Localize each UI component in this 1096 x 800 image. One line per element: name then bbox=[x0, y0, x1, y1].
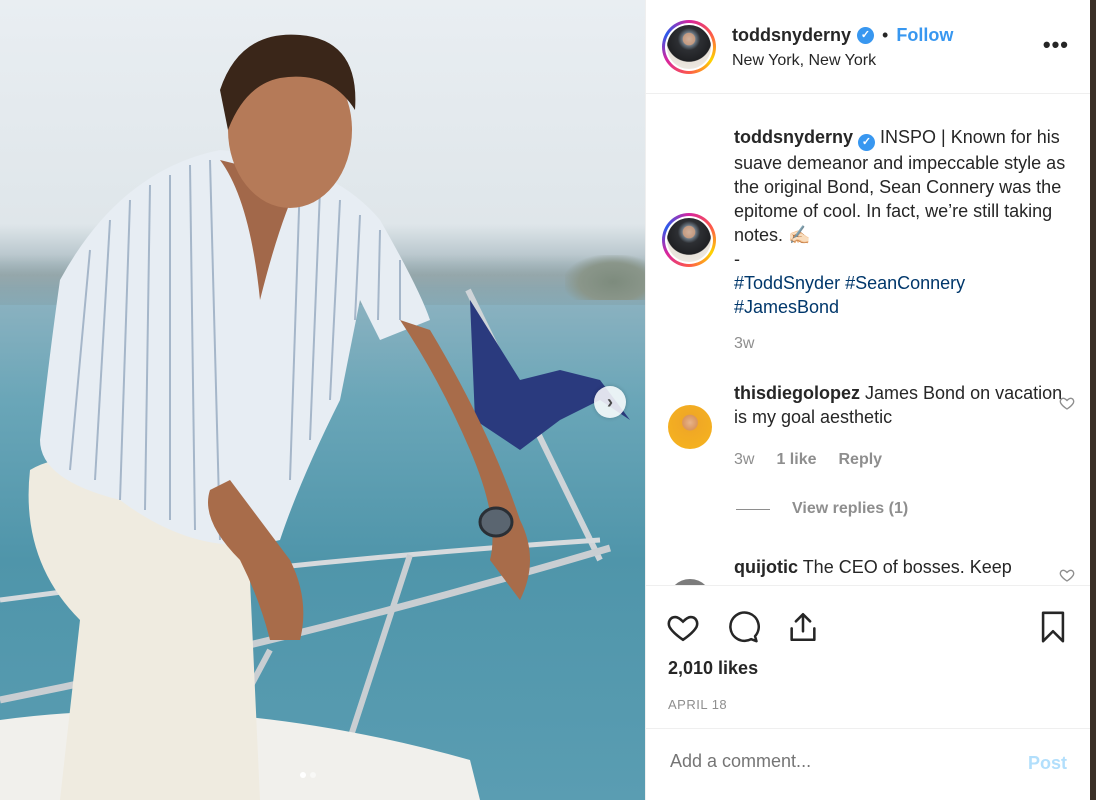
comment-likes[interactable]: 1 like bbox=[776, 451, 816, 469]
comment-like-heart-icon[interactable] bbox=[1059, 567, 1075, 583]
heart-icon[interactable] bbox=[666, 610, 700, 644]
comment-icon[interactable] bbox=[726, 610, 760, 644]
hashtag-link[interactable]: #SeanConnery bbox=[845, 273, 965, 293]
caption: toddsnyderny ✓ INSPO | Known for his sua… bbox=[734, 125, 1079, 319]
divider-line bbox=[736, 508, 770, 510]
post-comment-button[interactable]: Post bbox=[1028, 753, 1067, 774]
author-avatar[interactable] bbox=[662, 20, 716, 74]
comment-username[interactable]: quijotic bbox=[734, 557, 798, 577]
action-bar: 2,010 likes APRIL 18 bbox=[646, 585, 1091, 712]
verified-icon: ✓ bbox=[858, 134, 876, 151]
view-replies-button[interactable]: View replies (1) bbox=[736, 500, 908, 518]
follow-button[interactable]: Follow bbox=[896, 25, 953, 46]
hashtag-link[interactable]: #JamesBond bbox=[734, 297, 839, 317]
carousel-dot bbox=[310, 772, 316, 778]
verified-icon: ✓ bbox=[857, 27, 875, 44]
comments-list[interactable]: toddsnyderny ✓ INSPO | Known for his sua… bbox=[646, 95, 1091, 585]
comment-like-heart-icon[interactable] bbox=[1059, 395, 1075, 411]
caption-username[interactable]: toddsnyderny bbox=[734, 127, 853, 147]
reply-button[interactable]: Reply bbox=[838, 451, 882, 469]
carousel-dots bbox=[300, 772, 316, 778]
likes-count[interactable]: 2,010 likes bbox=[668, 658, 758, 679]
author-line: toddsnyderny ✓ • Follow bbox=[732, 25, 953, 46]
caption-age[interactable]: 3w bbox=[734, 335, 754, 353]
post-location[interactable]: New York, New York bbox=[732, 52, 876, 70]
comment-age[interactable]: 3w bbox=[734, 451, 754, 469]
bookmark-icon[interactable] bbox=[1036, 610, 1070, 644]
comment: quijotic The CEO of bosses. Keep bbox=[734, 555, 1079, 579]
caption-dash: - bbox=[734, 249, 740, 269]
post-date[interactable]: APRIL 18 bbox=[668, 697, 727, 712]
photo-subject bbox=[0, 34, 630, 800]
background-edge bbox=[1090, 0, 1096, 800]
caption-avatar[interactable] bbox=[662, 213, 716, 267]
view-replies-label: View replies (1) bbox=[792, 500, 909, 517]
comment-meta: 3w 1 like Reply bbox=[734, 451, 882, 469]
comment: thisdiegolopez James Bond on vacation is… bbox=[734, 381, 1079, 429]
hashtag-link[interactable]: #ToddSnyder bbox=[734, 273, 840, 293]
author-username[interactable]: toddsnyderny bbox=[732, 25, 851, 46]
post-side-panel: toddsnyderny ✓ • Follow New York, New Yo… bbox=[645, 0, 1091, 800]
more-icon[interactable]: ••• bbox=[1043, 32, 1069, 58]
carousel-next-button[interactable]: › bbox=[594, 386, 626, 418]
post-header: toddsnyderny ✓ • Follow New York, New Yo… bbox=[646, 0, 1091, 94]
add-comment-bar: Post bbox=[646, 728, 1091, 800]
separator-dot: • bbox=[882, 25, 889, 45]
comment-text: The CEO of bosses. Keep bbox=[802, 557, 1012, 577]
caption-meta: 3w bbox=[734, 335, 754, 353]
comment-input[interactable] bbox=[670, 751, 1000, 772]
carousel-dot bbox=[300, 772, 306, 778]
share-icon[interactable] bbox=[786, 610, 820, 644]
commenter-avatar[interactable] bbox=[668, 405, 712, 449]
chevron-right-icon: › bbox=[607, 391, 613, 412]
post-photo[interactable]: › bbox=[0, 0, 645, 800]
comment-username[interactable]: thisdiegolopez bbox=[734, 383, 860, 403]
